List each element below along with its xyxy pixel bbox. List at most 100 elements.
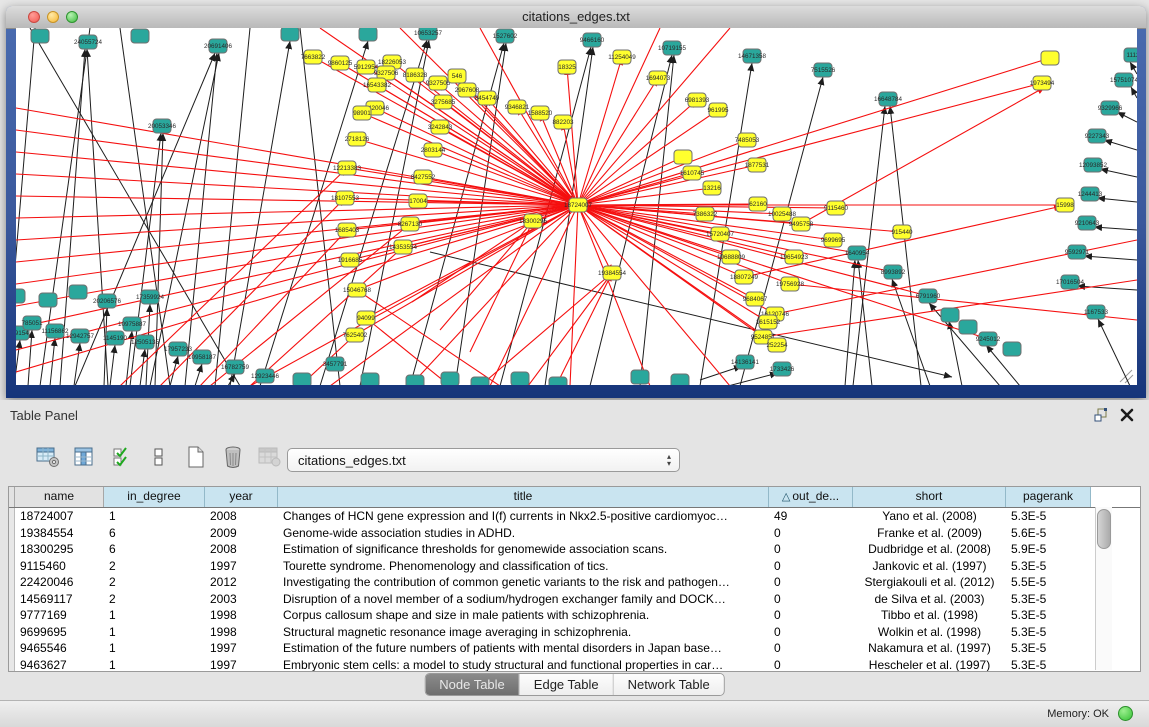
graph-node[interactable] xyxy=(406,375,424,385)
graph-node[interactable]: 19384554 xyxy=(598,266,627,280)
table-row[interactable]: 977716911998Corpus callosum shape and si… xyxy=(9,607,1140,624)
delete-column-icon[interactable] xyxy=(219,443,247,471)
graph-node[interactable]: 14136141 xyxy=(731,355,760,369)
network-window-titlebar[interactable]: citations_edges.txt xyxy=(6,6,1146,29)
graph-node[interactable]: 10975887 xyxy=(118,317,147,331)
graph-node[interactable] xyxy=(674,150,692,164)
graph-node[interactable] xyxy=(31,29,49,43)
graph-node[interactable]: 8993892 xyxy=(881,265,906,279)
graph-node[interactable]: 6981393 xyxy=(685,93,710,107)
graph-node[interactable]: 9210643 xyxy=(1075,216,1100,230)
graph-node[interactable]: 1167533 xyxy=(1084,305,1109,319)
graph-node[interactable]: 15046768 xyxy=(343,283,372,297)
graph-node[interactable] xyxy=(671,374,689,385)
graph-node[interactable]: 8267130 xyxy=(398,217,423,231)
graph-node[interactable]: 1610745 xyxy=(680,166,705,180)
table-row[interactable]: 969969511998Structural magnetic resonanc… xyxy=(9,624,1140,641)
tab-network-table[interactable]: Network Table xyxy=(614,674,724,695)
graph-node[interactable] xyxy=(281,28,299,41)
graph-node[interactable]: 94099 xyxy=(357,311,375,325)
close-panel-icon[interactable] xyxy=(1119,407,1137,425)
graph-node[interactable]: 15751074 xyxy=(1110,73,1137,87)
graph-node[interactable]: 1244413 xyxy=(1078,187,1103,201)
graph-node[interactable]: 19654923 xyxy=(780,250,809,264)
table-scrollbar-thumb[interactable] xyxy=(1097,509,1111,549)
graph-node[interactable] xyxy=(361,373,379,385)
graph-node[interactable] xyxy=(359,28,377,41)
graph-node[interactable]: 14353554 xyxy=(389,240,418,254)
graph-node[interactable]: 9466160 xyxy=(580,33,605,47)
graph-node[interactable] xyxy=(441,372,459,385)
graph-node[interactable]: 915440 xyxy=(891,225,913,239)
table-row[interactable]: 1938455462009Genome-wide association stu… xyxy=(9,525,1140,542)
graph-node[interactable]: 1145190 xyxy=(103,331,128,345)
column-check-icon[interactable] xyxy=(108,443,136,471)
table-row[interactable]: 1830029562008Estimation of significance … xyxy=(9,541,1140,558)
graph-node[interactable]: 1916685 xyxy=(338,253,363,267)
graph-node[interactable] xyxy=(69,285,87,299)
column-header-out_de[interactable]: △out_de... xyxy=(769,487,853,507)
graph-node[interactable]: 6791960 xyxy=(916,289,941,303)
graph-node[interactable]: 252254 xyxy=(766,338,788,352)
graph-node[interactable]: 9346821 xyxy=(505,100,530,114)
graph-node[interactable]: 9495758 xyxy=(789,217,814,231)
column-header-in_degree[interactable]: in_degree xyxy=(104,487,205,507)
graph-node[interactable] xyxy=(1003,342,1021,356)
table-row[interactable]: 2242004622012Investigating the contribut… xyxy=(9,574,1140,591)
graph-node[interactable]: 1640954 xyxy=(845,246,870,260)
table-selector-dropdown[interactable]: citations_edges.txt ▴▾ xyxy=(287,448,680,472)
column-header-pagerank[interactable]: pagerank xyxy=(1006,487,1091,507)
show-columns-icon[interactable] xyxy=(71,443,99,471)
graph-node[interactable]: 7386322 xyxy=(693,207,718,221)
graph-node[interactable]: 9227343 xyxy=(1085,129,1110,143)
graph-node[interactable]: 15998 xyxy=(1056,198,1074,212)
graph-node[interactable]: 16782759 xyxy=(221,360,250,374)
network-canvas[interactable]: 1872400724055724206914061065325715276029… xyxy=(16,28,1137,385)
graph-node[interactable]: 8186328 xyxy=(403,68,428,82)
graph-node[interactable]: 961995 xyxy=(707,103,729,117)
graph-node[interactable] xyxy=(631,370,649,384)
float-panel-icon[interactable] xyxy=(1093,407,1111,425)
graph-node[interactable]: 18807249 xyxy=(730,270,759,284)
graph-node[interactable]: 9699695 xyxy=(821,233,846,247)
row-options-icon[interactable] xyxy=(145,443,173,471)
graph-node[interactable] xyxy=(16,289,25,303)
graph-node[interactable]: 1615152 xyxy=(756,315,781,329)
graph-node[interactable] xyxy=(471,377,489,385)
graph-node[interactable]: 7625402 xyxy=(343,328,368,342)
graph-node[interactable]: 2803144 xyxy=(421,143,446,157)
graph-node[interactable]: 9684067 xyxy=(743,292,768,306)
graph-node[interactable]: 19756928 xyxy=(776,277,805,291)
graph-node[interactable]: 62160 xyxy=(749,197,767,211)
graph-node[interactable]: 16648784 xyxy=(874,92,903,106)
graph-node[interactable]: 20691406 xyxy=(204,39,233,53)
resize-grip[interactable] xyxy=(1120,370,1133,383)
graph-node[interactable]: 3457791 xyxy=(323,357,348,371)
tab-edge-table[interactable]: Edge Table xyxy=(520,674,614,695)
graph-node[interactable]: 8454749 xyxy=(475,91,500,105)
graph-node[interactable]: 18325 xyxy=(558,60,576,74)
graph-node[interactable]: 9860125 xyxy=(328,56,353,70)
graph-node[interactable]: 9329966 xyxy=(1098,101,1123,115)
graph-node[interactable]: 10653257 xyxy=(414,28,443,40)
graph-node[interactable] xyxy=(941,308,959,322)
graph-node[interactable]: 546 xyxy=(448,69,466,83)
graph-node[interactable]: 1112 xyxy=(1124,48,1137,62)
graph-node[interactable]: 3275685 xyxy=(431,95,456,109)
graph-node[interactable]: 24055724 xyxy=(74,35,103,49)
column-header-name[interactable]: name xyxy=(15,487,104,507)
tab-node-table[interactable]: Node Table xyxy=(425,674,520,695)
table-row[interactable]: 1872400712008Changes of HCN gene express… xyxy=(9,508,1140,525)
table-row[interactable]: 1456911722003Disruption of a novel membe… xyxy=(9,591,1140,608)
graph-node[interactable]: 17004 xyxy=(409,194,427,208)
graph-node[interactable]: 882203 xyxy=(552,115,574,129)
graph-node[interactable]: 3242843 xyxy=(428,120,453,134)
table-mode-icon[interactable] xyxy=(34,443,62,471)
table-row[interactable]: 946554611997Estimation of the future num… xyxy=(9,640,1140,657)
column-header-title[interactable]: title xyxy=(278,487,769,507)
graph-node[interactable]: 9592971 xyxy=(1065,245,1090,259)
graph-node[interactable] xyxy=(131,29,149,43)
column-header-year[interactable]: year xyxy=(205,487,278,507)
graph-node[interactable] xyxy=(39,293,57,307)
network-svg[interactable]: 1872400724055724206914061065325715276029… xyxy=(16,28,1137,385)
